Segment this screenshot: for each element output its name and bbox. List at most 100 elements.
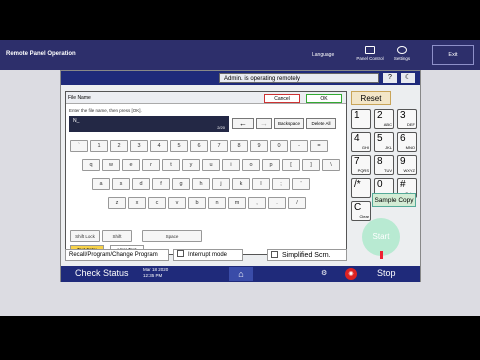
top-bar: Remote Panel Operation Language Panel Co…: [0, 40, 480, 70]
simplified-screen-button[interactable]: Simplified Scrn.: [267, 249, 347, 261]
key-2-2[interactable]: d: [132, 178, 150, 190]
file-name-input[interactable]: N_ 2/20: [69, 116, 229, 132]
key-3-2[interactable]: c: [148, 197, 166, 209]
language-button[interactable]: Language: [312, 52, 334, 58]
key-0-7[interactable]: 7: [210, 140, 228, 152]
key-2-4[interactable]: g: [172, 178, 190, 190]
numpad-digit: 2: [377, 110, 383, 121]
key-3-0[interactable]: z: [108, 197, 126, 209]
key-0-10[interactable]: 0: [270, 140, 288, 152]
key-3-9[interactable]: /: [288, 197, 306, 209]
numpad-sub: WXYZ: [403, 168, 415, 173]
file-name-dialog: File Name Cancel OK Enter the file name,…: [65, 91, 347, 255]
numpad-digit: /*: [354, 179, 361, 190]
key-2-5[interactable]: h: [192, 178, 210, 190]
cursor-right-button[interactable]: →: [256, 118, 272, 129]
shift-lock-key[interactable]: Shift Lock: [70, 230, 100, 242]
numpad-sub: Clear: [359, 214, 369, 219]
numpad-key-9[interactable]: /*: [351, 178, 371, 198]
numpad-key-8[interactable]: 9 WXYZ: [397, 155, 417, 175]
key-0-12[interactable]: =: [310, 140, 328, 152]
check-status-button[interactable]: Check Status: [75, 268, 129, 278]
key-1-9[interactable]: p: [262, 159, 280, 171]
numpad-digit: #: [400, 179, 406, 190]
key-1-3[interactable]: r: [142, 159, 160, 171]
stop-button[interactable]: Stop: [377, 268, 396, 278]
settings-button[interactable]: Settings: [387, 43, 417, 67]
numpad-key-3[interactable]: 4 GHI: [351, 132, 371, 152]
key-2-8[interactable]: l: [252, 178, 270, 190]
home-icon[interactable]: ⌂: [229, 267, 253, 281]
backspace-button[interactable]: Backspace: [274, 118, 304, 129]
key-0-2[interactable]: 2: [110, 140, 128, 152]
numpad-key-2[interactable]: 3 DEF: [397, 109, 417, 129]
key-3-6[interactable]: m: [228, 197, 246, 209]
gear-icon[interactable]: ⚙: [321, 269, 327, 277]
key-3-8[interactable]: .: [268, 197, 286, 209]
numpad-sub: MNO: [405, 145, 415, 150]
key-0-11[interactable]: -: [290, 140, 308, 152]
key-3-1[interactable]: x: [128, 197, 146, 209]
key-2-3[interactable]: f: [152, 178, 170, 190]
status-bar: Admin. is operating remotely ? ☾: [61, 71, 420, 85]
numpad-key-7[interactable]: 8 TUV: [374, 155, 394, 175]
interrupt-mode-button[interactable]: Interrupt mode: [173, 249, 243, 261]
numpad-key-0[interactable]: 1: [351, 109, 371, 129]
gear-icon: [397, 46, 407, 54]
key-0-5[interactable]: 5: [170, 140, 188, 152]
key-0-0[interactable]: `: [70, 140, 88, 152]
reset-button[interactable]: Reset: [351, 91, 391, 105]
key-1-11[interactable]: ]: [302, 159, 320, 171]
key-1-12[interactable]: \: [322, 159, 340, 171]
key-2-6[interactable]: j: [212, 178, 230, 190]
key-2-9[interactable]: ;: [272, 178, 290, 190]
key-3-3[interactable]: v: [168, 197, 186, 209]
key-1-4[interactable]: t: [162, 159, 180, 171]
window-title: Remote Panel Operation: [6, 51, 76, 57]
sample-copy-button[interactable]: Sample Copy: [372, 193, 416, 207]
energy-saver-button[interactable]: ☾: [401, 73, 415, 83]
numpad-key-1[interactable]: 2 ABC: [374, 109, 394, 129]
numpad-key-5[interactable]: 6 MNO: [397, 132, 417, 152]
key-0-3[interactable]: 3: [130, 140, 148, 152]
key-1-2[interactable]: e: [122, 159, 140, 171]
key-3-5[interactable]: n: [208, 197, 226, 209]
key-0-1[interactable]: 1: [90, 140, 108, 152]
cancel-button[interactable]: Cancel: [264, 94, 300, 103]
key-2-7[interactable]: k: [232, 178, 250, 190]
numpad-key-12[interactable]: C Clear: [351, 201, 371, 221]
simplified-checkbox: [271, 251, 278, 258]
key-1-1[interactable]: w: [102, 159, 120, 171]
key-1-7[interactable]: i: [222, 159, 240, 171]
key-1-6[interactable]: u: [202, 159, 220, 171]
key-1-8[interactable]: o: [242, 159, 260, 171]
cursor-left-button[interactable]: ←: [232, 118, 254, 129]
key-3-4[interactable]: b: [188, 197, 206, 209]
key-1-0[interactable]: q: [82, 159, 100, 171]
panel-icon: [365, 46, 375, 54]
recall-program-button[interactable]: Recall/Program/Change Program: [65, 249, 169, 261]
key-0-8[interactable]: 8: [230, 140, 248, 152]
shift-key[interactable]: Shift: [102, 230, 132, 242]
delete-all-button[interactable]: Delete All: [306, 118, 336, 129]
numpad-digit: 5: [377, 133, 383, 144]
numpad-digit: 4: [354, 133, 360, 144]
key-0-9[interactable]: 9: [250, 140, 268, 152]
numpad-digit: 8: [377, 156, 383, 167]
key-0-4[interactable]: 4: [150, 140, 168, 152]
space-key[interactable]: Space: [142, 230, 202, 242]
key-0-6[interactable]: 6: [190, 140, 208, 152]
panel-control-button[interactable]: Panel Control: [355, 43, 385, 67]
key-2-10[interactable]: ': [292, 178, 310, 190]
ok-button[interactable]: OK: [306, 94, 342, 103]
numpad-key-4[interactable]: 5 JKL: [374, 132, 394, 152]
key-1-5[interactable]: y: [182, 159, 200, 171]
key-2-1[interactable]: s: [112, 178, 130, 190]
exit-button[interactable]: Exit: [432, 45, 474, 65]
numpad-key-6[interactable]: 7 PQRS: [351, 155, 371, 175]
key-2-0[interactable]: a: [92, 178, 110, 190]
stop-icon[interactable]: ◉: [345, 268, 357, 280]
key-3-7[interactable]: ,: [248, 197, 266, 209]
key-1-10[interactable]: [: [282, 159, 300, 171]
help-button[interactable]: ?: [383, 73, 397, 83]
